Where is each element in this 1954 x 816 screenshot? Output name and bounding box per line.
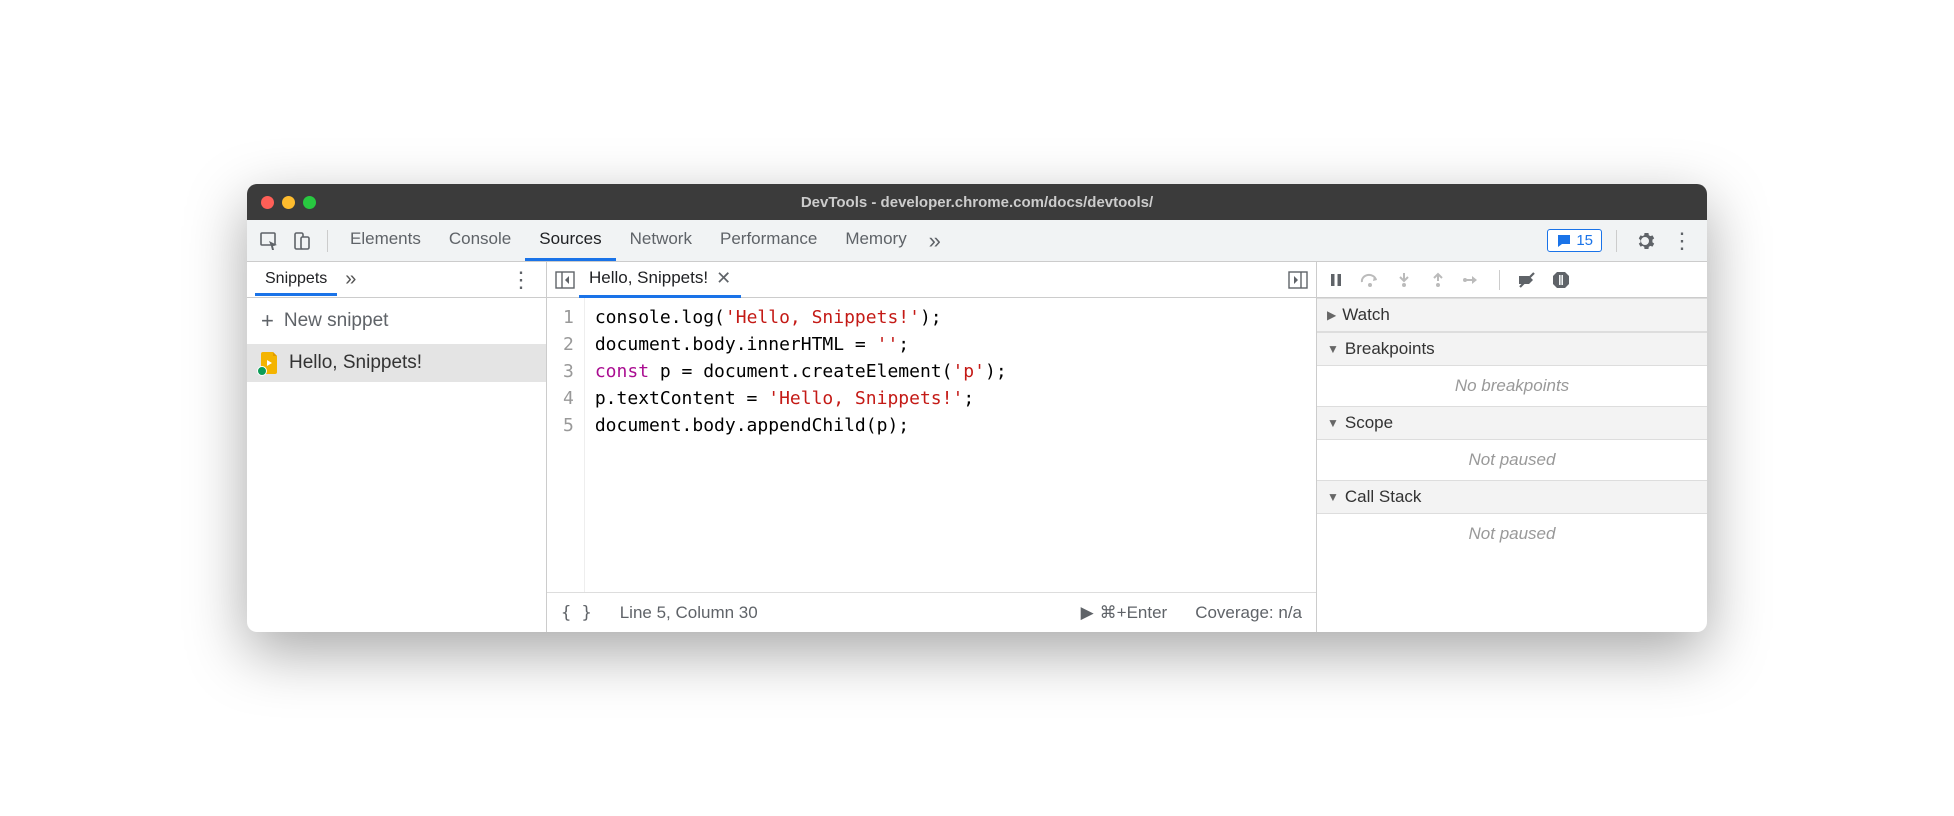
- settings-icon[interactable]: [1631, 227, 1659, 255]
- breakpoints-label: Breakpoints: [1345, 339, 1435, 359]
- editor-area: Hello, Snippets! ✕ 12345 console.log('He…: [547, 262, 1317, 632]
- main-tab-network[interactable]: Network: [616, 220, 706, 261]
- editor-tab[interactable]: Hello, Snippets! ✕: [579, 262, 741, 298]
- new-snippet-label: New snippet: [284, 310, 389, 332]
- show-debugger-icon[interactable]: [1284, 271, 1312, 289]
- main-menu-icon[interactable]: ⋮: [1665, 228, 1699, 254]
- pause-icon[interactable]: [1325, 269, 1347, 291]
- main-tab-console[interactable]: Console: [435, 220, 525, 261]
- scope-label: Scope: [1345, 413, 1393, 433]
- separator: [327, 230, 328, 252]
- close-tab-icon[interactable]: ✕: [716, 268, 731, 289]
- scope-section-header[interactable]: ▼ Scope: [1317, 406, 1707, 440]
- step-icon[interactable]: [1461, 269, 1483, 291]
- debugger-pane: ▶ Watch ▼ Breakpoints No breakpoints ▼ S…: [1317, 262, 1707, 632]
- code-content: console.log('Hello, Snippets!');document…: [585, 298, 1017, 592]
- line-gutter: 12345: [547, 298, 585, 592]
- navigator-sidebar: Snippets » ⋮ + New snippet Hello, Snippe…: [247, 262, 547, 632]
- code-editor[interactable]: 12345 console.log('Hello, Snippets!');do…: [547, 298, 1316, 592]
- callstack-body: Not paused: [1317, 514, 1707, 554]
- watch-section-header[interactable]: ▶ Watch: [1317, 298, 1707, 332]
- collapse-icon: ▼: [1327, 342, 1339, 356]
- main-tab-bar: ElementsConsoleSourcesNetworkPerformance…: [247, 220, 1707, 262]
- callstack-label: Call Stack: [1345, 487, 1422, 507]
- issues-count: 15: [1576, 232, 1593, 249]
- main-tab-sources[interactable]: Sources: [525, 220, 615, 261]
- editor-tabs: Hello, Snippets! ✕: [547, 262, 1316, 298]
- breakpoints-body: No breakpoints: [1317, 366, 1707, 406]
- main-tab-performance[interactable]: Performance: [706, 220, 831, 261]
- modified-indicator-icon: [257, 366, 267, 376]
- collapse-icon: ▼: [1327, 490, 1339, 504]
- scope-body: Not paused: [1317, 440, 1707, 480]
- run-shortcut-label: ⌘+Enter: [1100, 603, 1168, 623]
- step-out-icon[interactable]: [1427, 269, 1449, 291]
- inspect-element-icon[interactable]: [255, 227, 283, 255]
- devtools-window: DevTools - developer.chrome.com/docs/dev…: [247, 184, 1707, 632]
- editor-statusbar: { } Line 5, Column 30 ▶ ⌘+Enter Coverage…: [547, 592, 1316, 632]
- editor-tab-label: Hello, Snippets!: [589, 268, 708, 288]
- snippet-file-icon: [261, 352, 279, 374]
- window-titlebar: DevTools - developer.chrome.com/docs/dev…: [247, 184, 1707, 220]
- pause-on-exceptions-icon[interactable]: [1550, 269, 1572, 291]
- new-snippet-button[interactable]: + New snippet: [247, 298, 546, 344]
- expand-icon: ▶: [1327, 308, 1336, 322]
- debugger-toolbar: [1317, 262, 1707, 298]
- sidebar-menu-icon[interactable]: ⋮: [504, 267, 538, 293]
- more-sidebar-tabs-icon[interactable]: »: [345, 268, 356, 291]
- run-snippet-button[interactable]: ▶ ⌘+Enter: [1081, 603, 1168, 623]
- content-area: Snippets » ⋮ + New snippet Hello, Snippe…: [247, 262, 1707, 632]
- snippet-item[interactable]: Hello, Snippets!: [247, 344, 546, 382]
- separator: [1499, 270, 1500, 290]
- deactivate-breakpoints-icon[interactable]: [1516, 269, 1538, 291]
- snippet-item-label: Hello, Snippets!: [289, 352, 422, 374]
- sidebar-tab-snippets[interactable]: Snippets: [255, 264, 337, 296]
- show-navigator-icon[interactable]: [551, 271, 579, 289]
- format-code-icon[interactable]: { }: [561, 603, 592, 623]
- callstack-section-header[interactable]: ▼ Call Stack: [1317, 480, 1707, 514]
- window-title: DevTools - developer.chrome.com/docs/dev…: [247, 194, 1707, 211]
- device-toggle-icon[interactable]: [287, 227, 315, 255]
- sidebar-tabs: Snippets » ⋮: [247, 262, 546, 298]
- more-tabs-icon[interactable]: »: [921, 227, 949, 255]
- cursor-position: Line 5, Column 30: [620, 603, 758, 623]
- separator: [1616, 230, 1617, 252]
- main-tab-memory[interactable]: Memory: [831, 220, 920, 261]
- watch-label: Watch: [1342, 305, 1390, 325]
- coverage-label: Coverage: n/a: [1195, 603, 1302, 623]
- play-icon: ▶: [1081, 603, 1094, 623]
- plus-icon: +: [261, 308, 274, 334]
- step-over-icon[interactable]: [1359, 269, 1381, 291]
- issues-badge[interactable]: 15: [1547, 229, 1602, 252]
- main-tab-elements[interactable]: Elements: [336, 220, 435, 261]
- collapse-icon: ▼: [1327, 416, 1339, 430]
- step-into-icon[interactable]: [1393, 269, 1415, 291]
- breakpoints-section-header[interactable]: ▼ Breakpoints: [1317, 332, 1707, 366]
